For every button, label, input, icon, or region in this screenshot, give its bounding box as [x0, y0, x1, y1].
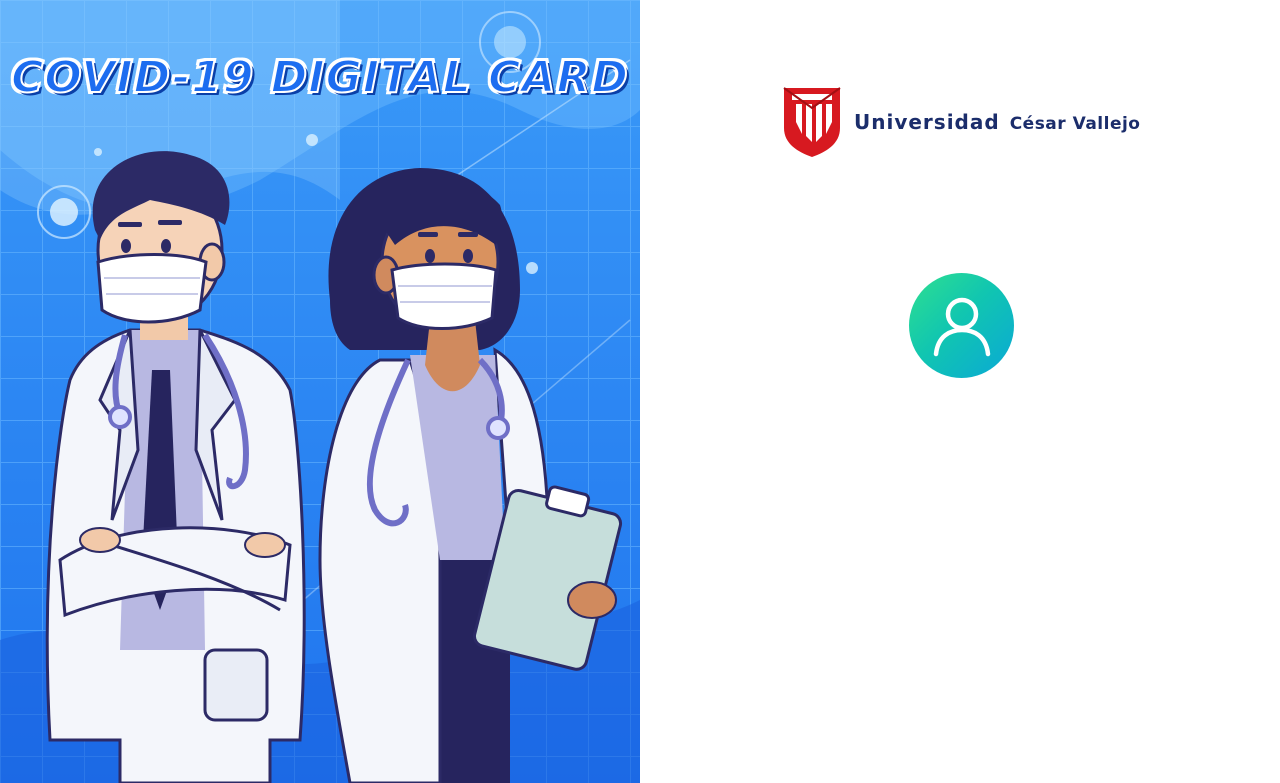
university-name-word1: Universidad	[854, 110, 1000, 134]
university-name: Universidad César Vallejo	[854, 110, 1140, 134]
card-title: COVID-19 DIGITAL CARD	[10, 51, 629, 104]
university-name-word2: César Vallejo	[1009, 114, 1141, 134]
doctors-illustration	[0, 0, 640, 783]
university-shield-logo	[783, 87, 841, 157]
card-info-panel: Universidad César Vallejo	[640, 0, 1280, 783]
avatar[interactable]	[909, 273, 1014, 378]
user-icon	[933, 297, 990, 356]
covid-card-illustration: COVID-19 DIGITAL CARD	[0, 0, 640, 783]
university-brand: Universidad César Vallejo	[782, 86, 1140, 158]
